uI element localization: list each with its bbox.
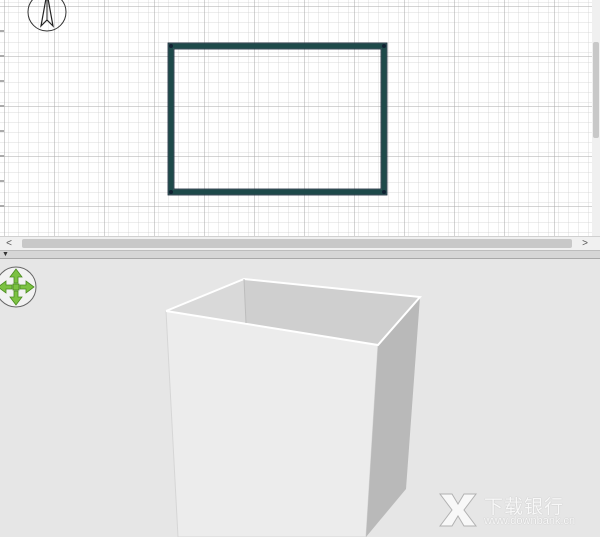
scroll-left-button[interactable]: < (2, 238, 16, 250)
horizontal-scrollbar-thumb[interactable] (22, 239, 572, 248)
plan-grid (0, 0, 600, 236)
vertical-scrollbar[interactable] (592, 0, 600, 236)
splitter-arrow-icon: ▼ (2, 251, 9, 258)
vertical-scrollbar-thumb[interactable] (593, 42, 599, 138)
scroll-right-button[interactable]: > (578, 238, 592, 250)
watermark: 下载银行 www.downbank.cn (438, 490, 598, 530)
view-splitter[interactable]: ▼ (0, 250, 600, 259)
watermark-url: www.downbank.cn (484, 515, 576, 527)
3d-room-model[interactable] (165, 277, 423, 537)
horizontal-scrollbar[interactable]: < > (0, 236, 600, 250)
navigation-arrows-icon[interactable] (0, 266, 37, 308)
plan-view[interactable] (0, 0, 600, 236)
watermark-logo-icon (439, 493, 477, 527)
